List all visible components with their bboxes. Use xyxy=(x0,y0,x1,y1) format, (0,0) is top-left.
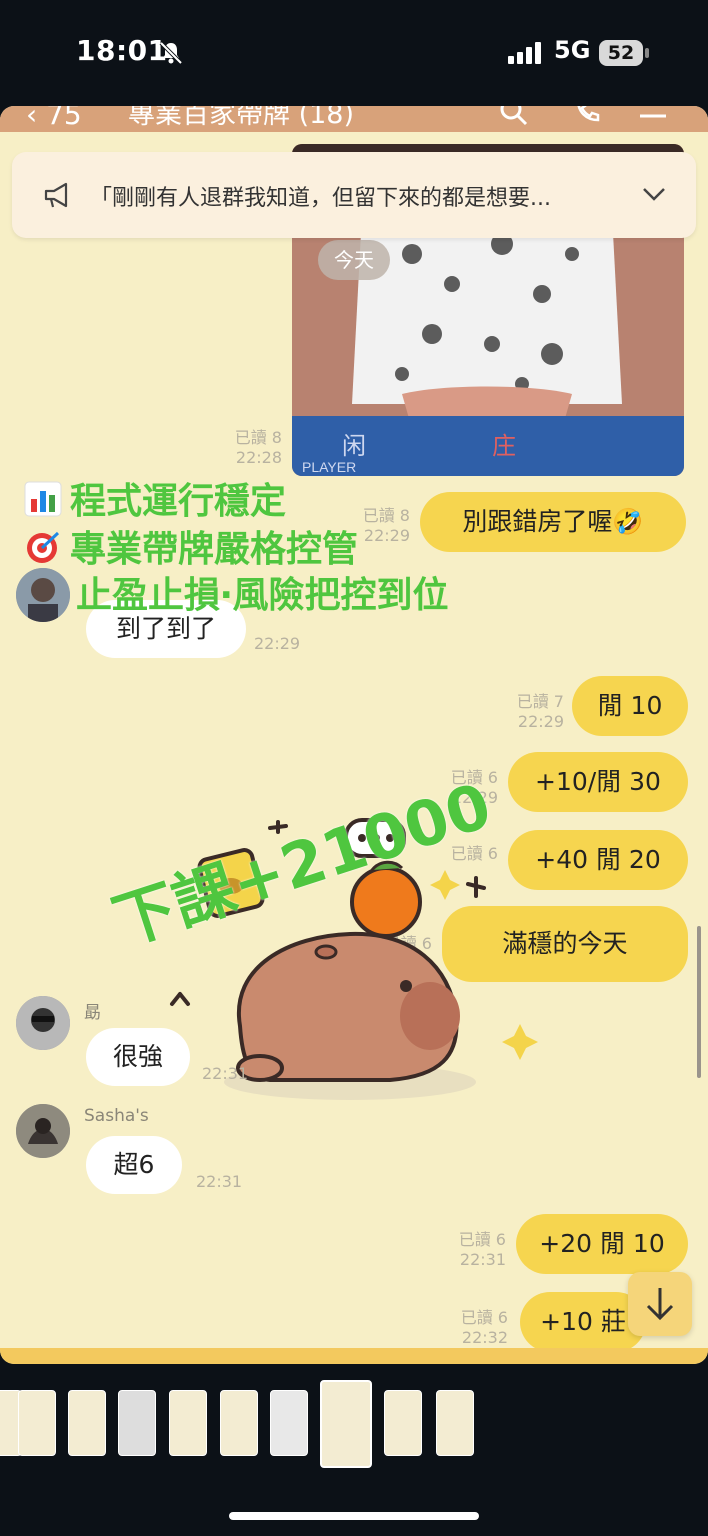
thumbnail[interactable] xyxy=(220,1390,258,1456)
thumbnail[interactable] xyxy=(169,1390,207,1456)
message-meta: 已讀 6 22:31 xyxy=(436,1230,506,1270)
date-separator: 今天 xyxy=(318,240,390,280)
battery-tip-icon xyxy=(645,48,649,58)
target-icon xyxy=(27,531,60,563)
battery-level: 52 xyxy=(599,40,643,66)
read-receipt: 已讀 7 xyxy=(516,692,564,711)
avatar-image xyxy=(16,568,70,622)
avatar[interactable] xyxy=(16,568,70,622)
announcement-banner[interactable]: 「剛剛有人退群我知道，但留下來的都是想要... xyxy=(12,152,696,238)
sender-name: Sasha's xyxy=(84,1106,149,1126)
thumbnail[interactable] xyxy=(436,1390,474,1456)
message-time: 22:29 xyxy=(254,634,301,653)
promo-text-1: 程式運行穩定 xyxy=(70,481,287,522)
read-receipt: 已讀 6 xyxy=(458,1230,506,1249)
svg-text:PLAYER: PLAYER xyxy=(302,459,356,475)
message-bubble-out[interactable]: +20 閒 10 xyxy=(516,1214,688,1274)
back-button[interactable]: ‹ 75 xyxy=(26,106,82,131)
thumbnail[interactable] xyxy=(270,1390,308,1456)
svg-text:庄: 庄 xyxy=(492,433,516,460)
bar-chart-icon xyxy=(24,481,62,517)
message-meta: 已讀 6 22:32 xyxy=(438,1308,508,1348)
call-icon[interactable] xyxy=(572,106,602,126)
promo-text-2: 專業帶牌嚴格控管 xyxy=(70,529,359,570)
message-time: 22:29 xyxy=(517,712,564,731)
input-bar-edge xyxy=(0,1348,708,1364)
thumbnail[interactable] xyxy=(118,1390,156,1456)
home-indicator[interactable] xyxy=(229,1512,479,1520)
signal-icon xyxy=(508,42,541,64)
read-receipt: 已讀 8 xyxy=(234,428,282,447)
scroll-to-bottom-button[interactable] xyxy=(628,1272,692,1336)
promo-line-2: 專業帶牌嚴格控管 xyxy=(24,520,358,572)
thumbnail-selected[interactable] xyxy=(320,1380,372,1468)
promo-text-3: 止盈止損‧風險把控到位 xyxy=(76,575,449,616)
chevron-down-icon[interactable] xyxy=(640,184,668,204)
chat-title: 專業百家帶牌 (18) xyxy=(128,106,355,130)
message-bubble-out[interactable]: +10/閒 30 xyxy=(508,752,688,812)
avatar[interactable] xyxy=(16,1104,70,1158)
arrow-down-icon xyxy=(646,1288,674,1321)
message-bubble-in[interactable]: 很強 xyxy=(86,1028,190,1086)
bell-muted-icon xyxy=(159,41,183,65)
search-icon[interactable] xyxy=(498,106,528,126)
svg-text:闲: 闲 xyxy=(342,433,366,460)
message-bubble-out[interactable]: 閒 10 xyxy=(572,676,688,736)
avatar-image xyxy=(16,1104,70,1158)
avatar[interactable] xyxy=(16,996,70,1050)
sender-name: 勗 xyxy=(84,1003,101,1023)
chat-header: ‹ 75 專業百家帶牌 (18) xyxy=(0,106,708,132)
announcement-text: 「剛剛有人退群我知道，但留下來的都是想要... xyxy=(90,186,551,211)
status-time: 18:01 xyxy=(76,34,168,67)
message-time: 22:31 xyxy=(202,1064,249,1083)
message-bubble-out[interactable]: 別跟錯房了喔🤣 xyxy=(420,492,686,552)
message-time: 22:32 xyxy=(461,1328,508,1347)
scrollbar[interactable] xyxy=(697,926,701,1078)
thumbnail[interactable] xyxy=(18,1390,56,1456)
message-time: 22:31 xyxy=(459,1250,506,1269)
message-meta: 已讀 7 22:29 xyxy=(494,692,564,732)
unread-count: 75 xyxy=(46,106,82,131)
message-meta: 已讀 8 22:28 xyxy=(212,428,282,468)
network-type: 5G xyxy=(554,36,591,64)
message-bubble-in[interactable]: 超6 xyxy=(86,1136,182,1194)
megaphone-icon xyxy=(44,182,68,208)
chat-window: ‹ 75 專業百家帶牌 (18) 闲 庄 PLAYER 今天 「剛剛有人退群我知… xyxy=(0,106,708,1364)
thumbnail[interactable] xyxy=(384,1390,422,1456)
promo-line-1: 程式運行穩定 xyxy=(24,472,286,524)
message-time: 22:31 xyxy=(196,1172,243,1191)
message-bubble-out[interactable]: 滿穩的今天 xyxy=(442,906,688,982)
avatar-image xyxy=(16,996,70,1050)
thumbnail[interactable] xyxy=(68,1390,106,1456)
read-receipt: 已讀 6 xyxy=(460,1308,508,1327)
menu-icon[interactable] xyxy=(638,106,668,126)
message-time: 22:28 xyxy=(235,448,282,467)
